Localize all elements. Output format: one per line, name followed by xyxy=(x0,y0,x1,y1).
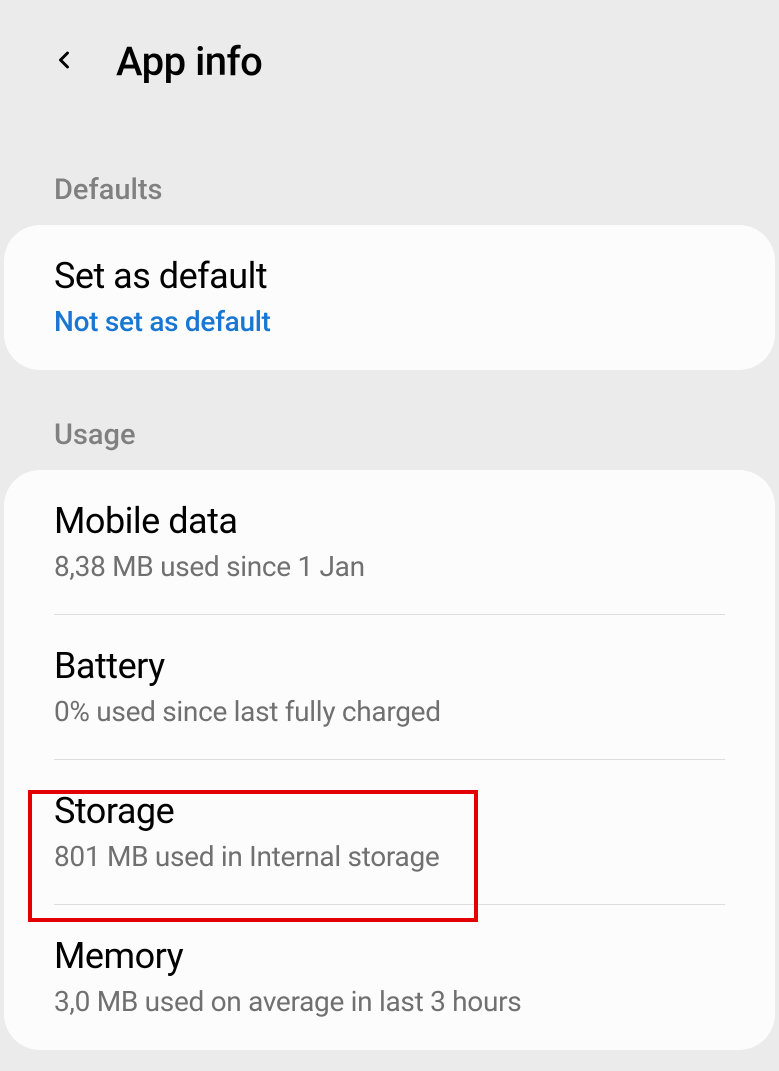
mobile-data-title: Mobile data xyxy=(54,500,725,542)
section-header-defaults: Defaults xyxy=(0,125,779,225)
set-as-default-item[interactable]: Set as default Not set as default xyxy=(4,225,775,370)
mobile-data-item[interactable]: Mobile data 8,38 MB used since 1 Jan xyxy=(4,470,775,615)
usage-card: Mobile data 8,38 MB used since 1 Jan Bat… xyxy=(4,470,775,1050)
header-bar: App info xyxy=(0,0,779,125)
battery-subtitle: 0% used since last fully charged xyxy=(54,695,725,728)
set-as-default-title: Set as default xyxy=(54,255,725,297)
set-as-default-subtitle: Not set as default xyxy=(54,305,725,338)
battery-title: Battery xyxy=(54,645,725,687)
section-header-usage: Usage xyxy=(0,370,779,470)
page-title: App info xyxy=(116,38,262,85)
mobile-data-subtitle: 8,38 MB used since 1 Jan xyxy=(54,550,725,583)
memory-item[interactable]: Memory 3,0 MB used on average in last 3 … xyxy=(4,905,775,1050)
memory-title: Memory xyxy=(54,935,725,977)
storage-subtitle: 801 MB used in Internal storage xyxy=(54,840,725,873)
memory-subtitle: 3,0 MB used on average in last 3 hours xyxy=(54,985,725,1018)
defaults-card: Set as default Not set as default xyxy=(4,225,775,370)
storage-item[interactable]: Storage 801 MB used in Internal storage xyxy=(4,760,775,905)
battery-item[interactable]: Battery 0% used since last fully charged xyxy=(4,615,775,760)
back-icon[interactable] xyxy=(50,46,116,78)
storage-title: Storage xyxy=(54,790,725,832)
